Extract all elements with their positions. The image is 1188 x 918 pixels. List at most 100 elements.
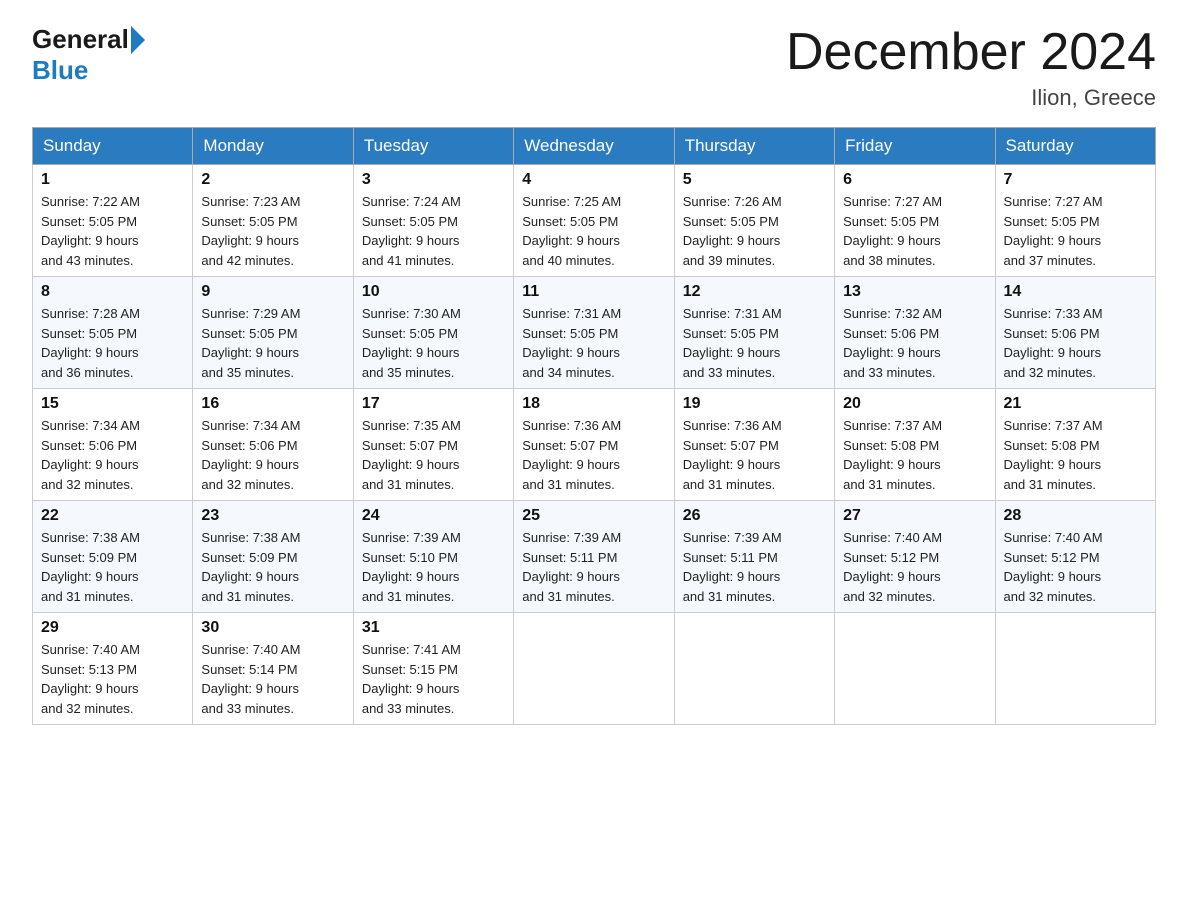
calendar-week-row: 22 Sunrise: 7:38 AM Sunset: 5:09 PM Dayl…: [33, 501, 1156, 613]
calendar-week-row: 8 Sunrise: 7:28 AM Sunset: 5:05 PM Dayli…: [33, 277, 1156, 389]
table-row: 19 Sunrise: 7:36 AM Sunset: 5:07 PM Dayl…: [674, 389, 834, 501]
day-number: 27: [843, 507, 986, 525]
month-title: December 2024: [786, 24, 1156, 81]
day-number: 7: [1004, 171, 1147, 189]
col-wednesday: Wednesday: [514, 128, 674, 165]
col-tuesday: Tuesday: [353, 128, 513, 165]
day-detail: Sunrise: 7:30 AM Sunset: 5:05 PM Dayligh…: [362, 304, 505, 382]
table-row: 9 Sunrise: 7:29 AM Sunset: 5:05 PM Dayli…: [193, 277, 353, 389]
col-monday: Monday: [193, 128, 353, 165]
day-detail: Sunrise: 7:31 AM Sunset: 5:05 PM Dayligh…: [683, 304, 826, 382]
day-number: 14: [1004, 283, 1147, 301]
day-detail: Sunrise: 7:36 AM Sunset: 5:07 PM Dayligh…: [522, 416, 665, 494]
table-row: [674, 613, 834, 725]
table-row: 18 Sunrise: 7:36 AM Sunset: 5:07 PM Dayl…: [514, 389, 674, 501]
day-number: 26: [683, 507, 826, 525]
day-detail: Sunrise: 7:22 AM Sunset: 5:05 PM Dayligh…: [41, 192, 184, 270]
table-row: 12 Sunrise: 7:31 AM Sunset: 5:05 PM Dayl…: [674, 277, 834, 389]
table-row: 29 Sunrise: 7:40 AM Sunset: 5:13 PM Dayl…: [33, 613, 193, 725]
day-number: 18: [522, 395, 665, 413]
day-detail: Sunrise: 7:38 AM Sunset: 5:09 PM Dayligh…: [41, 528, 184, 606]
day-detail: Sunrise: 7:32 AM Sunset: 5:06 PM Dayligh…: [843, 304, 986, 382]
day-detail: Sunrise: 7:40 AM Sunset: 5:12 PM Dayligh…: [1004, 528, 1147, 606]
table-row: 30 Sunrise: 7:40 AM Sunset: 5:14 PM Dayl…: [193, 613, 353, 725]
day-number: 21: [1004, 395, 1147, 413]
day-number: 13: [843, 283, 986, 301]
table-row: 1 Sunrise: 7:22 AM Sunset: 5:05 PM Dayli…: [33, 165, 193, 277]
day-number: 11: [522, 283, 665, 301]
table-row: 31 Sunrise: 7:41 AM Sunset: 5:15 PM Dayl…: [353, 613, 513, 725]
day-number: 30: [201, 619, 344, 637]
table-row: 21 Sunrise: 7:37 AM Sunset: 5:08 PM Dayl…: [995, 389, 1155, 501]
day-number: 23: [201, 507, 344, 525]
table-row: 4 Sunrise: 7:25 AM Sunset: 5:05 PM Dayli…: [514, 165, 674, 277]
day-number: 8: [41, 283, 184, 301]
day-detail: Sunrise: 7:28 AM Sunset: 5:05 PM Dayligh…: [41, 304, 184, 382]
day-number: 12: [683, 283, 826, 301]
day-detail: Sunrise: 7:39 AM Sunset: 5:10 PM Dayligh…: [362, 528, 505, 606]
col-saturday: Saturday: [995, 128, 1155, 165]
day-number: 29: [41, 619, 184, 637]
day-number: 20: [843, 395, 986, 413]
day-detail: Sunrise: 7:39 AM Sunset: 5:11 PM Dayligh…: [522, 528, 665, 606]
day-number: 1: [41, 171, 184, 189]
logo-general-text: General: [32, 24, 129, 55]
table-row: 25 Sunrise: 7:39 AM Sunset: 5:11 PM Dayl…: [514, 501, 674, 613]
day-detail: Sunrise: 7:41 AM Sunset: 5:15 PM Dayligh…: [362, 640, 505, 718]
table-row: 17 Sunrise: 7:35 AM Sunset: 5:07 PM Dayl…: [353, 389, 513, 501]
table-row: 11 Sunrise: 7:31 AM Sunset: 5:05 PM Dayl…: [514, 277, 674, 389]
logo-blue-text: Blue: [32, 55, 88, 85]
day-number: 15: [41, 395, 184, 413]
day-detail: Sunrise: 7:27 AM Sunset: 5:05 PM Dayligh…: [843, 192, 986, 270]
day-number: 31: [362, 619, 505, 637]
page-header: General Blue December 2024 Ilion, Greece: [32, 24, 1156, 111]
table-row: 10 Sunrise: 7:30 AM Sunset: 5:05 PM Dayl…: [353, 277, 513, 389]
table-row: 22 Sunrise: 7:38 AM Sunset: 5:09 PM Dayl…: [33, 501, 193, 613]
table-row: 16 Sunrise: 7:34 AM Sunset: 5:06 PM Dayl…: [193, 389, 353, 501]
day-number: 25: [522, 507, 665, 525]
table-row: 28 Sunrise: 7:40 AM Sunset: 5:12 PM Dayl…: [995, 501, 1155, 613]
table-row: 8 Sunrise: 7:28 AM Sunset: 5:05 PM Dayli…: [33, 277, 193, 389]
logo-arrow-icon: [131, 26, 145, 54]
location: Ilion, Greece: [786, 85, 1156, 111]
day-number: 16: [201, 395, 344, 413]
day-number: 10: [362, 283, 505, 301]
day-detail: Sunrise: 7:35 AM Sunset: 5:07 PM Dayligh…: [362, 416, 505, 494]
day-number: 24: [362, 507, 505, 525]
table-row: 15 Sunrise: 7:34 AM Sunset: 5:06 PM Dayl…: [33, 389, 193, 501]
table-row: 2 Sunrise: 7:23 AM Sunset: 5:05 PM Dayli…: [193, 165, 353, 277]
day-detail: Sunrise: 7:40 AM Sunset: 5:12 PM Dayligh…: [843, 528, 986, 606]
table-row: 6 Sunrise: 7:27 AM Sunset: 5:05 PM Dayli…: [835, 165, 995, 277]
calendar-header-row: Sunday Monday Tuesday Wednesday Thursday…: [33, 128, 1156, 165]
table-row: 7 Sunrise: 7:27 AM Sunset: 5:05 PM Dayli…: [995, 165, 1155, 277]
table-row: 14 Sunrise: 7:33 AM Sunset: 5:06 PM Dayl…: [995, 277, 1155, 389]
title-block: December 2024 Ilion, Greece: [786, 24, 1156, 111]
day-number: 5: [683, 171, 826, 189]
col-sunday: Sunday: [33, 128, 193, 165]
day-detail: Sunrise: 7:36 AM Sunset: 5:07 PM Dayligh…: [683, 416, 826, 494]
day-detail: Sunrise: 7:26 AM Sunset: 5:05 PM Dayligh…: [683, 192, 826, 270]
day-detail: Sunrise: 7:34 AM Sunset: 5:06 PM Dayligh…: [201, 416, 344, 494]
day-number: 6: [843, 171, 986, 189]
table-row: 13 Sunrise: 7:32 AM Sunset: 5:06 PM Dayl…: [835, 277, 995, 389]
calendar-week-row: 1 Sunrise: 7:22 AM Sunset: 5:05 PM Dayli…: [33, 165, 1156, 277]
table-row: [514, 613, 674, 725]
day-detail: Sunrise: 7:34 AM Sunset: 5:06 PM Dayligh…: [41, 416, 184, 494]
day-detail: Sunrise: 7:25 AM Sunset: 5:05 PM Dayligh…: [522, 192, 665, 270]
day-detail: Sunrise: 7:31 AM Sunset: 5:05 PM Dayligh…: [522, 304, 665, 382]
table-row: 23 Sunrise: 7:38 AM Sunset: 5:09 PM Dayl…: [193, 501, 353, 613]
day-number: 9: [201, 283, 344, 301]
day-detail: Sunrise: 7:37 AM Sunset: 5:08 PM Dayligh…: [843, 416, 986, 494]
table-row: 24 Sunrise: 7:39 AM Sunset: 5:10 PM Dayl…: [353, 501, 513, 613]
day-number: 3: [362, 171, 505, 189]
day-detail: Sunrise: 7:39 AM Sunset: 5:11 PM Dayligh…: [683, 528, 826, 606]
day-detail: Sunrise: 7:29 AM Sunset: 5:05 PM Dayligh…: [201, 304, 344, 382]
day-detail: Sunrise: 7:33 AM Sunset: 5:06 PM Dayligh…: [1004, 304, 1147, 382]
day-number: 28: [1004, 507, 1147, 525]
day-detail: Sunrise: 7:37 AM Sunset: 5:08 PM Dayligh…: [1004, 416, 1147, 494]
day-number: 2: [201, 171, 344, 189]
table-row: 5 Sunrise: 7:26 AM Sunset: 5:05 PM Dayli…: [674, 165, 834, 277]
calendar-week-row: 15 Sunrise: 7:34 AM Sunset: 5:06 PM Dayl…: [33, 389, 1156, 501]
calendar-table: Sunday Monday Tuesday Wednesday Thursday…: [32, 127, 1156, 725]
table-row: [835, 613, 995, 725]
